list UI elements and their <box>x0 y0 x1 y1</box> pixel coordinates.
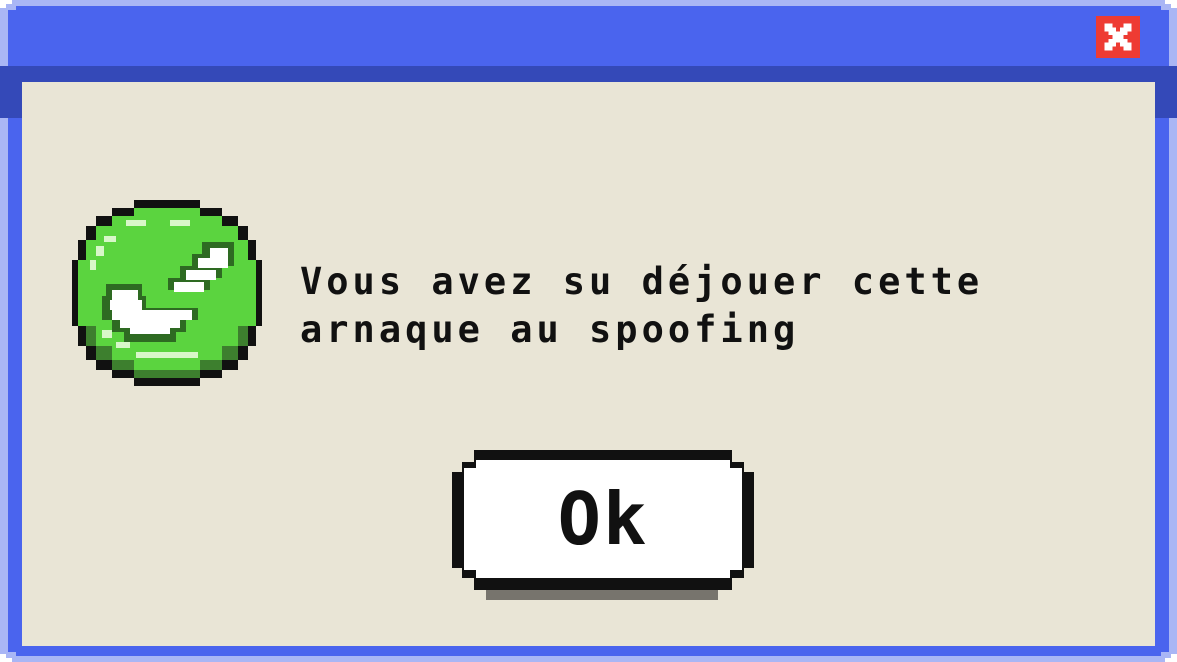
checkmark-success-icon <box>72 198 262 388</box>
dialog-message: Vous avez su déjouer cette arnaque au sp… <box>300 260 984 351</box>
ok-button[interactable]: Ok <box>452 450 754 590</box>
close-icon <box>1097 16 1139 58</box>
close-button[interactable] <box>1096 16 1140 58</box>
ok-button-label: Ok <box>557 477 649 561</box>
ok-button-face: Ok <box>464 460 742 578</box>
